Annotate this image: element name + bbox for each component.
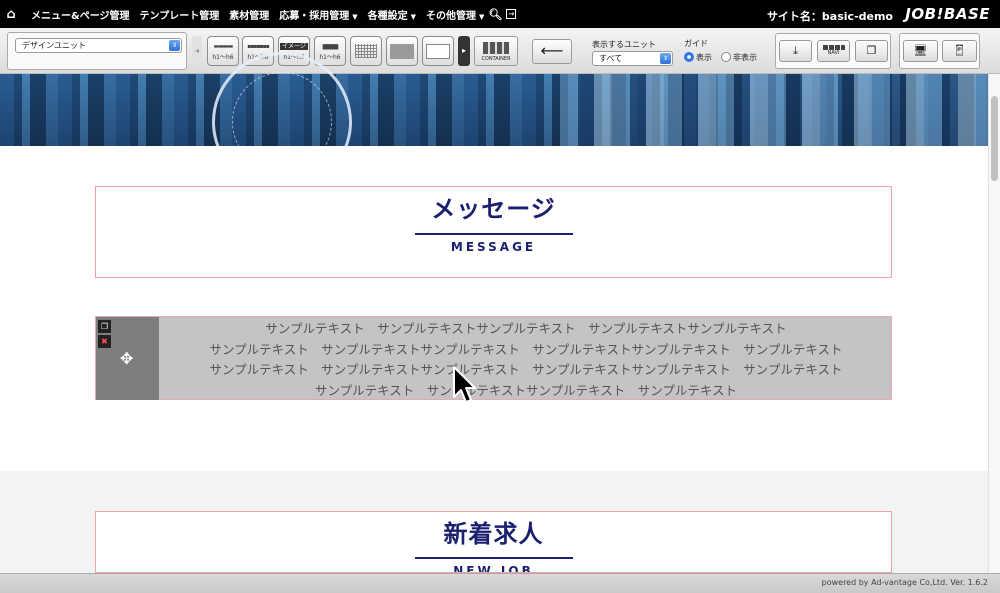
heading-unit-icon: ▆▆▆▆ bbox=[322, 43, 338, 50]
nav-template-management[interactable]: テンプレート管理 bbox=[140, 7, 220, 22]
text-grid-unit-button[interactable] bbox=[350, 36, 382, 66]
mouse-cursor-icon bbox=[453, 366, 476, 403]
nav-material-management[interactable]: 素材管理 bbox=[229, 7, 269, 22]
scroll-right-arrow-icon[interactable]: ▸ bbox=[458, 36, 470, 66]
download-icon: ⤓ bbox=[793, 44, 798, 57]
sample-text-line: サンプルテキスト サンプルテキストサンプルテキスト サンプルテキストサンプルテキ… bbox=[265, 321, 787, 336]
guide-show-radio[interactable]: 表示 bbox=[684, 52, 712, 63]
logout-icon[interactable]: → bbox=[506, 9, 517, 19]
frame-box-icon bbox=[426, 44, 450, 59]
mobile-preview-button[interactable]: 📱︎ bbox=[942, 40, 977, 62]
hero-banner-image bbox=[0, 52, 988, 192]
nav-label: 各種設定 bbox=[367, 10, 408, 22]
guide-show-label: 表示 bbox=[696, 53, 712, 62]
scrollbar-thumb[interactable] bbox=[991, 96, 998, 181]
sample-text-line: サンプルテキスト サンプルテキストサンプルテキスト サンプルテキストサンプルテキ… bbox=[209, 362, 843, 377]
download-button[interactable]: ⤓ bbox=[779, 40, 812, 62]
monitor-search-icon: 🖥︎ bbox=[913, 44, 928, 57]
navi-button[interactable]: NAVI bbox=[817, 40, 850, 62]
caret-down-icon: ▼ bbox=[479, 12, 485, 21]
sample-text-line: サンプルテキスト サンプルテキストサンプルテキスト サンプルテキストサンプルテキ… bbox=[209, 341, 843, 357]
unit-type-select-value: デザインユニット bbox=[22, 41, 86, 50]
home-icon[interactable]: ⌂ bbox=[1, 7, 21, 22]
top-navigation-bar: ⌂ メニュー&ページ管理 テンプレート管理 素材管理 応募・採用管理 ▼ 各種設定… bbox=[0, 0, 1000, 28]
copy-unit-icon[interactable]: ❐ bbox=[98, 320, 111, 333]
nav-settings[interactable]: 各種設定 ▼ bbox=[368, 7, 416, 22]
radio-selected-icon bbox=[684, 52, 694, 62]
site-name: サイト名：basic-demo bbox=[766, 10, 893, 23]
gray-box-icon bbox=[390, 44, 414, 59]
copy-icon: ❐ bbox=[866, 44, 877, 57]
move-icon[interactable]: ✥ bbox=[120, 349, 133, 368]
new-jobs-heading-unit[interactable]: 新着求人 NEW JOB bbox=[95, 511, 892, 573]
copy-button[interactable]: ❐ bbox=[855, 40, 888, 62]
new-jobs-title: 新着求人 bbox=[443, 520, 544, 548]
city-skyline bbox=[560, 74, 988, 146]
caret-down-icon: ▼ bbox=[352, 12, 358, 21]
heading-underline bbox=[414, 233, 573, 235]
message-subtitle: MESSAGE bbox=[450, 240, 537, 254]
display-unit-select-value: すべて bbox=[599, 54, 623, 63]
delete-unit-icon[interactable]: ✖ bbox=[98, 335, 111, 348]
frame-box-unit-button[interactable] bbox=[422, 36, 454, 66]
unit-type-select[interactable]: デザインユニット ⇕ bbox=[15, 38, 182, 53]
pc-preview-button[interactable]: 🖥︎ bbox=[903, 40, 938, 62]
vertical-scrollbar[interactable] bbox=[988, 74, 1000, 573]
nav-label: 素材管理 bbox=[229, 10, 270, 22]
guide-hide-radio[interactable]: 非表示 bbox=[721, 52, 757, 63]
select-arrows-icon: ⇕ bbox=[660, 53, 671, 64]
brand-logo: JOB!BASE bbox=[905, 5, 990, 23]
text-unit-selected[interactable]: ❐ ✖ ✥ サンプルテキスト サンプルテキストサンプルテキスト サンプルテキスト… bbox=[95, 316, 892, 400]
nav-label: テンプレート管理 bbox=[139, 10, 220, 22]
scroll-left-arrow-icon[interactable]: ◂ bbox=[192, 36, 202, 66]
radio-unselected-icon bbox=[721, 52, 731, 62]
sample-text-block: サンプルテキスト サンプルテキストサンプルテキスト サンプルテキストサンプルテキ… bbox=[160, 319, 892, 401]
guide-hide-label: 非表示 bbox=[733, 53, 757, 62]
heading-unit-icon: ▪▪▪▪▪▪▪ bbox=[247, 43, 269, 50]
heading-unit-icon: ▬▬▬▬ bbox=[213, 43, 234, 50]
mobile-search-icon: 📱︎ bbox=[952, 44, 967, 57]
image-heading-unit-icon: イメージ bbox=[280, 43, 308, 50]
footer-credit: powered by Ad-vantage Co,Ltd. Ver. 1.6.2 bbox=[821, 578, 988, 587]
container-button[interactable]: CONTAINER bbox=[474, 36, 518, 66]
nav-menu-page-management[interactable]: メニュー&ページ管理 bbox=[31, 7, 130, 22]
nav-label: 応募・採用管理 bbox=[279, 10, 350, 22]
sample-text-line: サンプルテキスト サンプルテキストサンプルテキスト サンプルテキスト bbox=[314, 382, 737, 398]
back-button[interactable]: ⟵ bbox=[532, 39, 572, 64]
message-heading-unit[interactable]: メッセージ MESSAGE bbox=[95, 186, 892, 278]
search-icon[interactable]: 🔍︎ bbox=[488, 8, 502, 21]
navi-label: NAVI bbox=[827, 50, 840, 56]
gray-box-unit-button[interactable] bbox=[386, 36, 418, 66]
nav-other-management[interactable]: その他管理 ▼ bbox=[426, 7, 484, 22]
nav-label: その他管理 bbox=[426, 10, 477, 22]
heading-unit-button[interactable]: ▬▬▬▬ h1〜h6 bbox=[207, 36, 239, 66]
container-icon bbox=[483, 42, 509, 54]
footer-bar: powered by Ad-vantage Co,Ltd. Ver. 1.6.2 bbox=[0, 573, 1000, 593]
arrow-left-icon: ⟵ bbox=[540, 41, 564, 60]
display-unit-select[interactable]: すべて ⇕ bbox=[592, 51, 673, 66]
heading-underline bbox=[414, 557, 573, 559]
editor-toolbar: デザインユニット ⇕ ◂ ▬▬▬▬ h1〜h6 ▪▪▪▪▪▪▪ h1〜h6 イメ… bbox=[0, 28, 1000, 74]
container-label: CONTAINER bbox=[481, 56, 511, 62]
nav-label: メニュー&ページ管理 bbox=[31, 10, 130, 22]
caret-down-icon: ▼ bbox=[410, 12, 417, 21]
unit-drag-handle[interactable]: ❐ ✖ ✥ bbox=[96, 317, 159, 400]
unit-button-label: h1〜h6 bbox=[319, 54, 341, 61]
unit-button-label: h1〜h6 bbox=[212, 54, 234, 61]
new-jobs-subtitle: NEW JOB bbox=[453, 564, 534, 573]
select-arrows-icon: ⇕ bbox=[169, 40, 180, 51]
text-grid-icon bbox=[355, 44, 377, 58]
nav-application-management[interactable]: 応募・採用管理 ▼ bbox=[279, 7, 357, 22]
message-title: メッセージ bbox=[431, 195, 556, 223]
display-unit-label: 表示するユニット bbox=[592, 40, 656, 49]
guide-label: ガイド bbox=[684, 39, 708, 48]
